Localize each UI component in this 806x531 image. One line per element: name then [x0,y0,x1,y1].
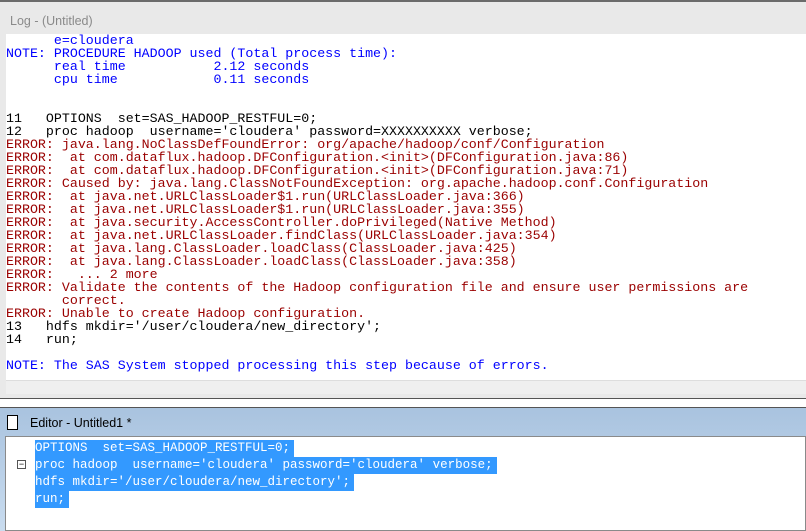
log-horizontal-scrollbar[interactable] [6,380,806,394]
log-line-src: 14 run; [6,332,78,347]
editor-window: Editor - Untitled1 * − OPTIONS set=SAS_H… [0,408,806,531]
editor-line[interactable]: OPTIONS set=SAS_HADOOP_RESTFUL=0; [35,440,295,457]
log-line-note: NOTE: The SAS System stopped processing … [6,358,549,373]
log-line-error: ERROR: Validate the contents of the Hado… [6,280,749,295]
editor-line[interactable]: hdfs mkdir='/user/cloudera/new_directory… [35,474,355,491]
window-divider [0,398,806,408]
log-line-note: cpu time 0.11 seconds [6,72,310,87]
log-content[interactable]: e=cloudera NOTE: PROCEDURE HADOOP used (T… [6,34,806,380]
log-window-title: Log - (Untitled) [10,14,93,28]
editor-document-icon [7,415,18,430]
log-line-src: 13 hdfs mkdir='/user/cloudera/new_direct… [6,319,382,334]
collapse-block-icon[interactable]: − [17,460,26,469]
log-window: Log - (Untitled) e=cloudera NOTE: PROCEDU… [0,0,806,406]
editor-line[interactable]: run; [35,491,70,508]
editor-window-title: Editor - Untitled1 * [30,416,132,430]
log-line-src [6,86,806,99]
editor-line[interactable]: proc hadoop username='cloudera' password… [35,457,497,474]
editor-content[interactable]: − OPTIONS set=SAS_HADOOP_RESTFUL=0; proc… [5,436,806,531]
